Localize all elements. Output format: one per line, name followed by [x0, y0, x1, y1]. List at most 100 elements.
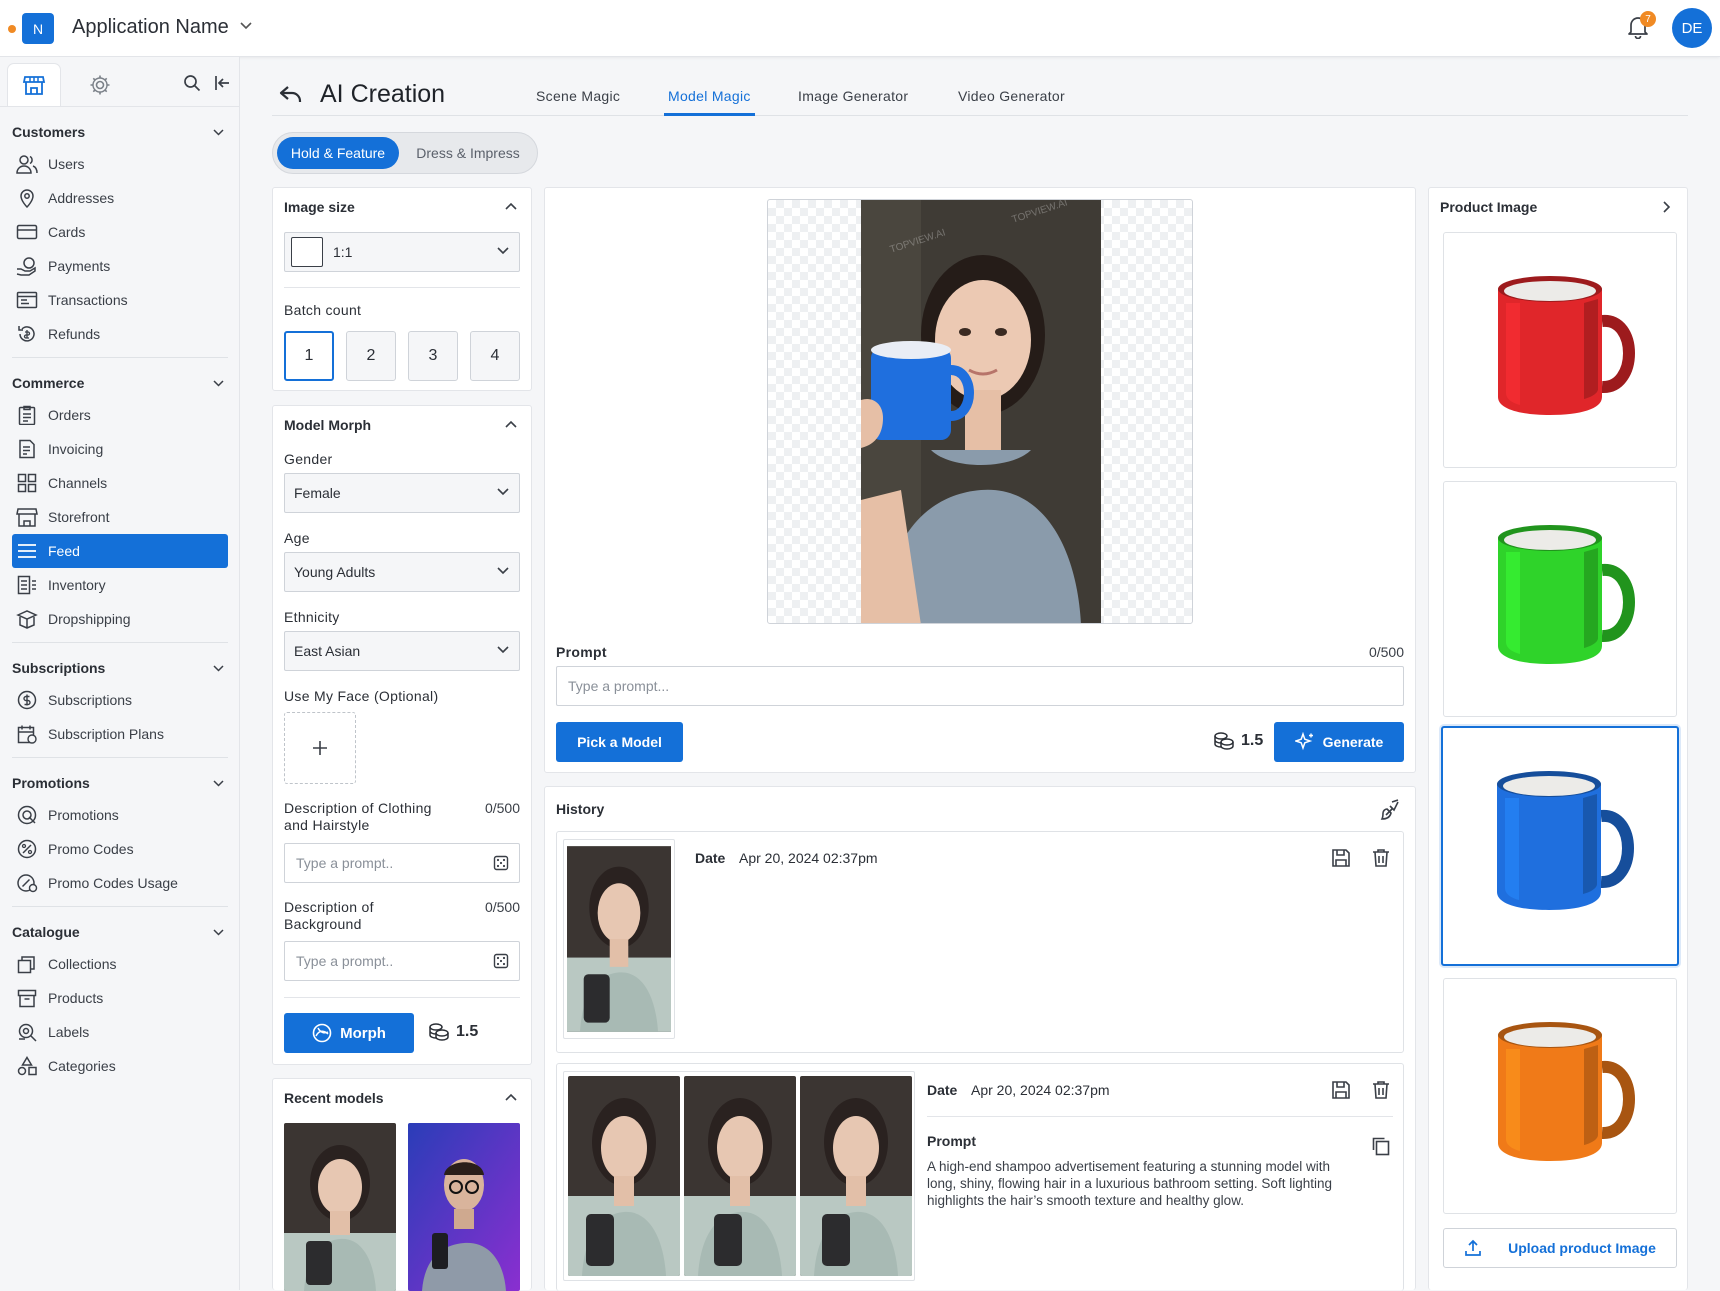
clear-history-icon[interactable] [1379, 799, 1401, 821]
sidebar-item-orders[interactable]: Orders [12, 398, 228, 432]
chevron-down-icon[interactable] [240, 22, 252, 30]
history-date: Apr 20, 2024 02:37pm [739, 850, 878, 866]
tab-model-magic[interactable]: Model Magic [664, 88, 755, 116]
gender-label: Gender [284, 451, 333, 467]
chevron-right-icon[interactable] [1663, 201, 1671, 213]
search-icon[interactable] [183, 74, 201, 92]
sidebar-item-users[interactable]: Users [12, 147, 228, 181]
batch-option-1[interactable]: 1 [284, 331, 334, 381]
collapse-sidebar-icon[interactable] [213, 74, 231, 92]
sidebar-item-categories[interactable]: Categories [12, 1049, 228, 1083]
chevron-up-icon[interactable] [505, 202, 517, 210]
credit-card-icon [16, 222, 38, 242]
background-label: Description of Background [284, 899, 374, 932]
face-upload-box[interactable] [284, 712, 356, 784]
product-thumb[interactable] [1443, 232, 1677, 468]
avatar[interactable]: DE [1672, 8, 1712, 48]
history-date-label: Date [695, 850, 726, 866]
ethnicity-select[interactable]: East Asian [284, 631, 520, 671]
gender-select[interactable]: Female [284, 473, 520, 513]
product-thumb[interactable] [1443, 978, 1677, 1214]
image-size-select[interactable]: 1:1 [284, 232, 520, 272]
sidebar-item-promo-codes[interactable]: Promo Codes [12, 832, 228, 866]
nav-section-promotions[interactable]: Promotions [12, 768, 228, 798]
prompt-label: Prompt [556, 644, 607, 660]
chevron-up-icon[interactable] [505, 1093, 517, 1101]
dice-icon[interactable] [493, 855, 509, 871]
app-name[interactable]: Application Name [72, 16, 229, 39]
tab-scene-magic[interactable]: Scene Magic [536, 88, 620, 116]
notification-badge: 7 [1640, 11, 1656, 27]
save-icon[interactable] [1331, 1080, 1351, 1100]
clothing-label: Description of Clothing and Hairstyle [284, 800, 432, 833]
dress-impress-toggle[interactable]: Dress & Impress [403, 137, 533, 169]
product-thumb-selected[interactable] [1441, 726, 1679, 966]
sidebar-item-subscriptions[interactable]: Subscriptions [12, 683, 228, 717]
history-date: Apr 20, 2024 02:37pm [971, 1082, 1110, 1098]
nav-section-subscriptions[interactable]: Subscriptions [12, 653, 228, 683]
sidebar-item-subscription-plans[interactable]: Subscription Plans [12, 717, 228, 751]
sidebar-item-payments[interactable]: Payments [12, 249, 228, 283]
back-arrow-icon[interactable] [279, 84, 303, 104]
chevron-up-icon[interactable] [505, 420, 517, 428]
age-label: Age [284, 530, 310, 546]
trash-icon[interactable] [1371, 848, 1391, 868]
history-thumb[interactable] [800, 1076, 912, 1276]
generated-image [684, 1076, 796, 1276]
generate-button[interactable]: Generate [1274, 722, 1404, 762]
history-thumb[interactable] [684, 1076, 796, 1276]
sparkle-icon [1294, 732, 1315, 752]
sidebar-item-addresses[interactable]: Addresses [12, 181, 228, 215]
hold-feature-toggle[interactable]: Hold & Feature [277, 137, 399, 169]
clothing-input[interactable]: Type a prompt.. [284, 843, 520, 883]
age-select[interactable]: Young Adults [284, 552, 520, 592]
sidebar-item-labels[interactable]: Labels [12, 1015, 228, 1049]
sidebar-item-promotions[interactable]: Promotions [12, 798, 228, 832]
background-input[interactable]: Type a prompt.. [284, 941, 520, 981]
sidebar-item-feed[interactable]: Feed [12, 534, 228, 568]
recent-model-thumb[interactable] [408, 1123, 520, 1291]
product-thumb[interactable] [1443, 481, 1677, 717]
sidebar-item-storefront[interactable]: Storefront [12, 500, 228, 534]
background-counter: 0/500 [484, 899, 520, 915]
sidebar-item-collections[interactable]: Collections [12, 947, 228, 981]
save-icon[interactable] [1331, 848, 1351, 868]
sidebar-item-invoicing[interactable]: Invoicing [12, 432, 228, 466]
batch-option-2[interactable]: 2 [346, 331, 396, 381]
coins-icon [428, 1022, 450, 1042]
pick-model-button[interactable]: Pick a Model [556, 722, 683, 762]
sidebar-item-refunds[interactable]: Refunds [12, 317, 228, 351]
upload-product-button[interactable]: Upload product Image [1443, 1228, 1677, 1268]
nav-section-commerce[interactable]: Commerce [12, 368, 228, 398]
app-logo[interactable]: N [22, 13, 54, 44]
sidebar-item-transactions[interactable]: Transactions [12, 283, 228, 317]
preview-canvas[interactable]: TOPVIEW.AI TOPVIEW.AI [767, 199, 1193, 624]
copy-icon[interactable] [1371, 1136, 1391, 1156]
tab-video-generator[interactable]: Video Generator [958, 88, 1065, 116]
batch-option-3[interactable]: 3 [408, 331, 458, 381]
recent-model-thumb[interactable] [284, 1123, 396, 1291]
dice-icon[interactable] [493, 953, 509, 969]
trash-icon[interactable] [1371, 1080, 1391, 1100]
generated-preview-image: TOPVIEW.AI TOPVIEW.AI [861, 200, 1101, 623]
prompt-input[interactable]: Type a prompt... [556, 666, 1404, 706]
history-prompt-label: Prompt [927, 1133, 976, 1149]
sidebar-item-promo-codes-usage[interactable]: Promo Codes Usage [12, 866, 228, 900]
history-thumb[interactable] [563, 839, 675, 1039]
morph-button[interactable]: Morph [284, 1013, 414, 1053]
history-prompt-text: A high-end shampoo advertisement featuri… [927, 1159, 1332, 1208]
nav-section-customers[interactable]: Customers [12, 117, 228, 147]
sidebar-item-dropshipping[interactable]: Dropshipping [12, 602, 228, 636]
sidebar-item-products[interactable]: Products [12, 981, 228, 1015]
sidebar-item-channels[interactable]: Channels [12, 466, 228, 500]
model-portrait-image [284, 1123, 396, 1291]
sidebar-item-inventory[interactable]: Inventory [12, 568, 228, 602]
tab-image-generator[interactable]: Image Generator [798, 88, 908, 116]
sidebar-item-cards[interactable]: Cards [12, 215, 228, 249]
batch-option-4[interactable]: 4 [470, 331, 520, 381]
nav-section-catalogue[interactable]: Catalogue [12, 917, 228, 947]
store-tab[interactable] [8, 64, 60, 106]
settings-tab[interactable] [74, 64, 126, 106]
history-card: History Date Apr 20, 2024 02:37pm Date A… [544, 786, 1416, 1291]
history-thumb[interactable] [568, 1076, 680, 1276]
